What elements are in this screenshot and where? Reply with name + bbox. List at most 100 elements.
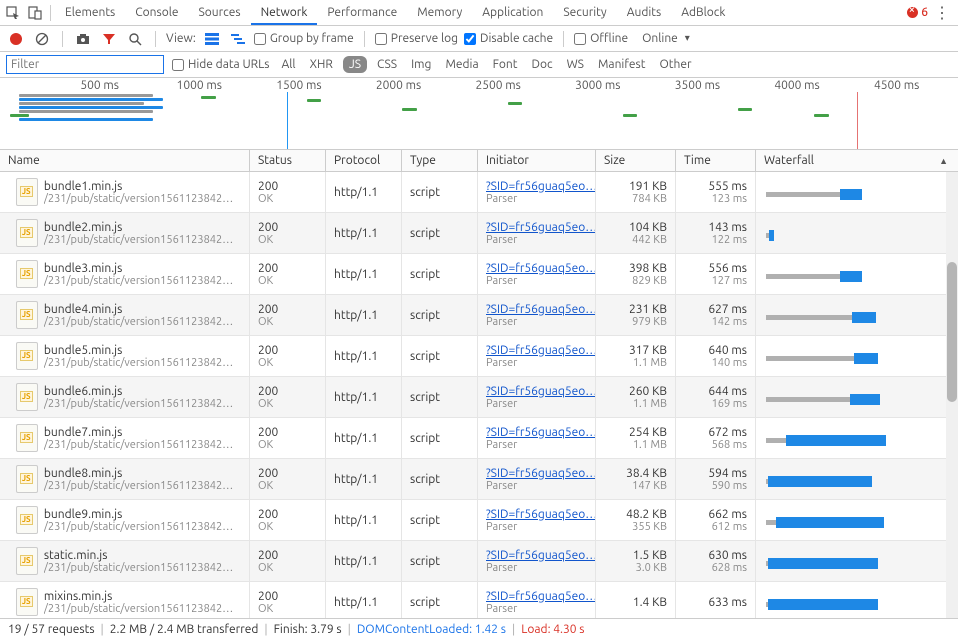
request-name: mixins.min.js bbox=[44, 590, 233, 603]
status-text: OK bbox=[258, 398, 317, 410]
column-size[interactable]: Size bbox=[596, 150, 676, 171]
timeline-tick: 3500 ms bbox=[675, 79, 720, 92]
filter-type-font[interactable]: Font bbox=[489, 56, 522, 73]
record-button[interactable] bbox=[6, 29, 26, 49]
filter-type-js[interactable]: JS bbox=[343, 56, 367, 73]
network-toolbar: View: Group by frame Preserve log Disabl… bbox=[0, 26, 958, 52]
group-by-frame-checkbox[interactable]: Group by frame bbox=[254, 32, 354, 45]
filter-type-xhr[interactable]: XHR bbox=[306, 56, 337, 73]
waterfall-view-button[interactable] bbox=[228, 29, 248, 49]
device-toggle-icon[interactable] bbox=[24, 2, 46, 24]
status-text: OK bbox=[258, 234, 317, 246]
table-row[interactable]: bundle1.min.js/231/pub/static/version156… bbox=[0, 172, 958, 213]
table-row[interactable]: static.min.js/231/pub/static/version1561… bbox=[0, 541, 958, 582]
filter-type-doc[interactable]: Doc bbox=[528, 56, 557, 73]
initiator-link[interactable]: ?SID=fr56guaq5eo… bbox=[486, 385, 587, 398]
tab-memory[interactable]: Memory bbox=[407, 1, 472, 24]
table-row[interactable]: bundle4.min.js/231/pub/static/version156… bbox=[0, 295, 958, 336]
status-bar: 19 / 57 requests | 2.2 MB / 2.4 MB trans… bbox=[0, 618, 958, 640]
request-path: /231/pub/static/version1561123842… bbox=[44, 275, 233, 287]
status-text: OK bbox=[258, 316, 317, 328]
filter-type-other[interactable]: Other bbox=[655, 56, 695, 73]
initiator-link[interactable]: ?SID=fr56guaq5eo… bbox=[486, 221, 587, 234]
status-text: OK bbox=[258, 275, 317, 287]
column-type[interactable]: Type bbox=[402, 150, 478, 171]
tab-adblock[interactable]: AdBlock bbox=[671, 1, 735, 24]
filter-type-img[interactable]: Img bbox=[407, 56, 435, 73]
filter-type-manifest[interactable]: Manifest bbox=[594, 56, 649, 73]
request-path: /231/pub/static/version1561123842… bbox=[44, 398, 233, 410]
request-path: /231/pub/static/version1561123842… bbox=[44, 234, 233, 246]
search-button[interactable] bbox=[125, 29, 145, 49]
filter-type-css[interactable]: CSS bbox=[373, 56, 401, 73]
table-row[interactable]: bundle8.min.js/231/pub/static/version156… bbox=[0, 459, 958, 500]
tab-network[interactable]: Network bbox=[251, 1, 318, 24]
load-marker bbox=[857, 92, 858, 149]
scrollbar[interactable] bbox=[946, 172, 958, 618]
request-path: /231/pub/static/version1561123842… bbox=[44, 193, 233, 205]
size-uncompressed: 1.1 MB bbox=[633, 357, 667, 369]
protocol: http/1.1 bbox=[334, 514, 393, 527]
inspect-element-icon[interactable] bbox=[2, 2, 24, 24]
initiator-link[interactable]: ?SID=fr56guaq5eo… bbox=[486, 508, 587, 521]
initiator-link[interactable]: ?SID=fr56guaq5eo… bbox=[486, 590, 587, 603]
tab-console[interactable]: Console bbox=[125, 1, 188, 24]
clear-button[interactable] bbox=[32, 29, 52, 49]
column-name[interactable]: Name bbox=[0, 150, 250, 171]
request-name: static.min.js bbox=[44, 549, 233, 562]
table-row[interactable]: bundle6.min.js/231/pub/static/version156… bbox=[0, 377, 958, 418]
filter-toggle-button[interactable] bbox=[99, 29, 119, 49]
overview-bar bbox=[19, 98, 163, 101]
table-row[interactable]: bundle7.min.js/231/pub/static/version156… bbox=[0, 418, 958, 459]
table-row[interactable]: bundle5.min.js/231/pub/static/version156… bbox=[0, 336, 958, 377]
initiator-link[interactable]: ?SID=fr56guaq5eo… bbox=[486, 303, 587, 316]
time: 143 ms bbox=[708, 221, 747, 234]
throttling-select[interactable]: Online bbox=[642, 32, 690, 45]
filter-type-ws[interactable]: WS bbox=[563, 56, 588, 73]
table-row[interactable]: bundle2.min.js/231/pub/static/version156… bbox=[0, 213, 958, 254]
hide-data-urls-checkbox[interactable]: Hide data URLs bbox=[172, 58, 269, 71]
tab-security[interactable]: Security bbox=[553, 1, 616, 24]
waterfall-bar bbox=[764, 504, 950, 536]
column-initiator[interactable]: Initiator bbox=[478, 150, 596, 171]
protocol: http/1.1 bbox=[334, 227, 393, 240]
initiator-link[interactable]: ?SID=fr56guaq5eo… bbox=[486, 262, 587, 275]
filter-input[interactable] bbox=[6, 55, 164, 74]
initiator-link[interactable]: ?SID=fr56guaq5eo… bbox=[486, 344, 587, 357]
initiator-link[interactable]: ?SID=fr56guaq5eo… bbox=[486, 426, 587, 439]
js-file-icon bbox=[16, 301, 38, 329]
large-rows-button[interactable] bbox=[202, 29, 222, 49]
more-menu-icon[interactable]: ⋮ bbox=[934, 3, 950, 22]
column-time[interactable]: Time bbox=[676, 150, 756, 171]
size: 254 KB bbox=[629, 426, 667, 439]
scrollbar-thumb[interactable] bbox=[947, 262, 957, 402]
filter-type-all[interactable]: All bbox=[277, 56, 299, 73]
screenshot-button[interactable] bbox=[73, 29, 93, 49]
tab-sources[interactable]: Sources bbox=[188, 1, 250, 24]
tab-audits[interactable]: Audits bbox=[617, 1, 672, 24]
size-uncompressed: 1.1 MB bbox=[633, 439, 667, 451]
disable-cache-checkbox[interactable]: Disable cache bbox=[464, 32, 553, 45]
table-row[interactable]: bundle9.min.js/231/pub/static/version156… bbox=[0, 500, 958, 541]
tab-application[interactable]: Application bbox=[472, 1, 553, 24]
table-row[interactable]: bundle3.min.js/231/pub/static/version156… bbox=[0, 254, 958, 295]
request-path: /231/pub/static/version1561123842… bbox=[44, 603, 233, 615]
initiator-link[interactable]: ?SID=fr56guaq5eo… bbox=[486, 467, 587, 480]
tab-performance[interactable]: Performance bbox=[317, 1, 407, 24]
error-count-badge[interactable]: 6 bbox=[907, 6, 928, 19]
overview-bar bbox=[19, 110, 153, 113]
tab-elements[interactable]: Elements bbox=[55, 1, 125, 24]
column-protocol[interactable]: Protocol bbox=[326, 150, 402, 171]
offline-checkbox[interactable]: Offline bbox=[574, 32, 628, 45]
preserve-log-checkbox[interactable]: Preserve log bbox=[375, 32, 458, 45]
overview-bar bbox=[508, 102, 522, 105]
initiator-link[interactable]: ?SID=fr56guaq5eo… bbox=[486, 180, 587, 193]
column-waterfall[interactable]: Waterfall▲ bbox=[756, 150, 958, 171]
status-code: 200 bbox=[258, 385, 317, 398]
filter-type-media[interactable]: Media bbox=[441, 56, 482, 73]
separator bbox=[155, 31, 156, 47]
table-row[interactable]: mixins.min.js/231/pub/static/version1561… bbox=[0, 582, 958, 618]
overview-timeline[interactable]: 500 ms1000 ms1500 ms2000 ms2500 ms3000 m… bbox=[0, 78, 958, 150]
column-status[interactable]: Status bbox=[250, 150, 326, 171]
initiator-link[interactable]: ?SID=fr56guaq5eo… bbox=[486, 549, 587, 562]
